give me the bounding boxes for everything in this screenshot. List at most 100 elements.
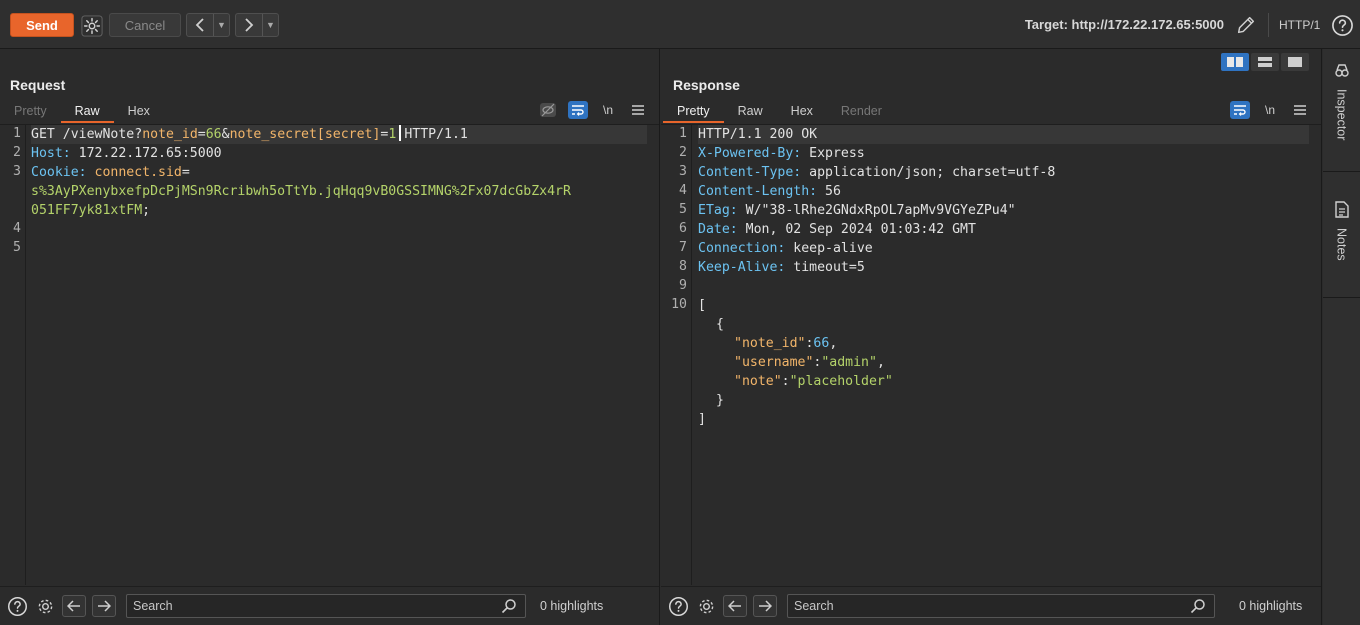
response-line: HTTP/1.1 200 OK — [698, 125, 1309, 144]
request-search-input[interactable]: Search — [126, 594, 526, 618]
caret-down-icon: ▼ — [266, 20, 275, 30]
help-icon — [668, 596, 688, 616]
request-prev-match-button[interactable] — [62, 595, 86, 617]
response-show-newlines-button[interactable]: \n — [1260, 101, 1280, 119]
arrow-right-icon — [98, 600, 111, 612]
response-editor-tools: \n — [1220, 100, 1310, 120]
history-forward-button[interactable] — [236, 14, 262, 36]
line-number: 2 — [13, 145, 21, 160]
show-newlines-button[interactable]: \n — [598, 101, 618, 119]
request-tab-hex[interactable]: Hex — [114, 99, 164, 123]
request-gutter: 1 2 3 4 5 — [0, 125, 26, 585]
settings-button[interactable] — [80, 14, 103, 37]
line-number: 2 — [679, 145, 687, 160]
sidebar-divider — [1323, 171, 1360, 172]
response-line: ETag: W/"38-lRhe2GNdxRpOL7apMv9VGYeZPu4" — [698, 203, 1016, 218]
wrap-icon — [572, 105, 584, 116]
response-menu-button[interactable] — [1290, 101, 1310, 119]
history-back-group: ▼ — [186, 13, 230, 37]
inspector-icon — [1334, 64, 1349, 77]
single-pane-icon — [1288, 57, 1302, 67]
line-number: 5 — [679, 202, 687, 217]
help-icon — [1331, 14, 1353, 36]
chevron-left-icon — [195, 18, 204, 32]
line-number: 8 — [679, 259, 687, 274]
response-prev-match-button[interactable] — [723, 595, 747, 617]
response-line: "username":"admin", — [734, 355, 885, 370]
chevron-right-icon — [245, 18, 254, 32]
line-number: 4 — [679, 183, 687, 198]
magnifier-icon — [1190, 599, 1205, 614]
response-line: "note":"placeholder" — [734, 374, 893, 389]
request-next-match-button[interactable] — [92, 595, 116, 617]
request-tab-pretty[interactable]: Pretty — [0, 99, 61, 123]
arrow-right-icon — [759, 600, 772, 612]
response-search-input[interactable]: Search — [787, 594, 1215, 618]
line-number: 10 — [671, 297, 687, 312]
request-line: 051FF7yk81xtFM; — [31, 203, 151, 218]
response-gutter: 1 2 3 4 5 6 7 8 9 10 — [661, 125, 692, 585]
request-title: Request — [10, 77, 66, 93]
response-search-bar: Search 0 highlights — [661, 586, 1321, 625]
request-editor-tools: \n — [528, 100, 648, 120]
request-highlights-count: 0 highlights — [540, 599, 604, 613]
request-line: s%3AyPXenybxefpDcPjMSn9Rcribwh5oTtYb.jqH… — [31, 184, 571, 199]
line-number: 9 — [679, 278, 687, 293]
http-version-toggle[interactable]: HTTP/1 — [1279, 18, 1320, 32]
response-tab-raw[interactable]: Raw — [724, 99, 777, 123]
response-next-match-button[interactable] — [753, 595, 777, 617]
help-icon — [7, 596, 27, 616]
response-tab-hex[interactable]: Hex — [777, 99, 827, 123]
cancel-button[interactable]: Cancel — [109, 13, 181, 37]
layout-side-by-side-button[interactable] — [1221, 53, 1249, 71]
text-caret — [399, 125, 402, 141]
request-menu-button[interactable] — [628, 101, 648, 119]
response-line: Keep-Alive: timeout=5 — [698, 260, 865, 275]
response-tabs: Pretty Raw Hex Render — [663, 99, 896, 123]
hide-nonprintable-button[interactable] — [538, 101, 558, 119]
response-word-wrap-button[interactable] — [1230, 101, 1250, 119]
edit-target-button[interactable] — [1234, 13, 1258, 37]
response-tab-render[interactable]: Render — [827, 99, 896, 123]
sidebar-item-inspector[interactable]: Inspector — [1323, 63, 1360, 140]
layout-tabs-button[interactable] — [1281, 53, 1309, 71]
history-back-button[interactable] — [187, 14, 213, 36]
response-tab-pretty[interactable]: Pretty — [663, 99, 724, 123]
history-forward-dropdown[interactable]: ▼ — [262, 14, 278, 36]
line-number: 3 — [13, 164, 21, 179]
rows-icon — [1258, 57, 1272, 67]
line-number: 7 — [679, 240, 687, 255]
response-line: { — [716, 317, 724, 332]
notes-icon — [1334, 201, 1349, 218]
arrow-left-icon — [728, 600, 741, 612]
response-line: [ — [698, 298, 706, 313]
arrow-left-icon — [67, 600, 80, 612]
response-line: Date: Mon, 02 Sep 2024 01:03:42 GMT — [698, 222, 976, 237]
history-back-dropdown[interactable]: ▼ — [213, 14, 229, 36]
word-wrap-button[interactable] — [568, 101, 588, 119]
request-help-button[interactable] — [6, 595, 28, 617]
request-editor[interactable]: 1 2 3 4 5 GET /viewNote?note_id=66&note_… — [0, 124, 659, 585]
send-button[interactable]: Send — [10, 13, 74, 37]
columns-icon — [1227, 57, 1243, 67]
response-editor[interactable]: 1 2 3 4 5 6 7 8 9 10 HTTP/1.1 200 OK X-P… — [661, 124, 1321, 585]
hamburger-icon — [632, 105, 644, 115]
request-tab-raw[interactable]: Raw — [60, 99, 114, 123]
eye-slash-icon — [540, 103, 556, 117]
search-placeholder: Search — [794, 599, 834, 613]
help-button[interactable] — [1330, 13, 1354, 37]
line-number: 5 — [13, 240, 21, 255]
request-search-settings-button[interactable] — [34, 595, 56, 617]
target-label: Target: http://172.22.172.65:5000 — [1024, 17, 1224, 32]
response-search-settings-button[interactable] — [695, 595, 717, 617]
caret-down-icon: ▼ — [217, 20, 226, 30]
request-line: Cookie: connect.sid= — [31, 165, 190, 180]
response-title: Response — [673, 77, 740, 93]
gear-icon — [699, 599, 713, 613]
layout-stacked-button[interactable] — [1251, 53, 1279, 71]
response-help-button[interactable] — [667, 595, 689, 617]
request-search-bar: Search 0 highlights — [0, 586, 659, 625]
sidebar-item-notes[interactable]: Notes — [1323, 201, 1360, 261]
line-number: 3 — [679, 164, 687, 179]
history-forward-group: ▼ — [235, 13, 279, 37]
